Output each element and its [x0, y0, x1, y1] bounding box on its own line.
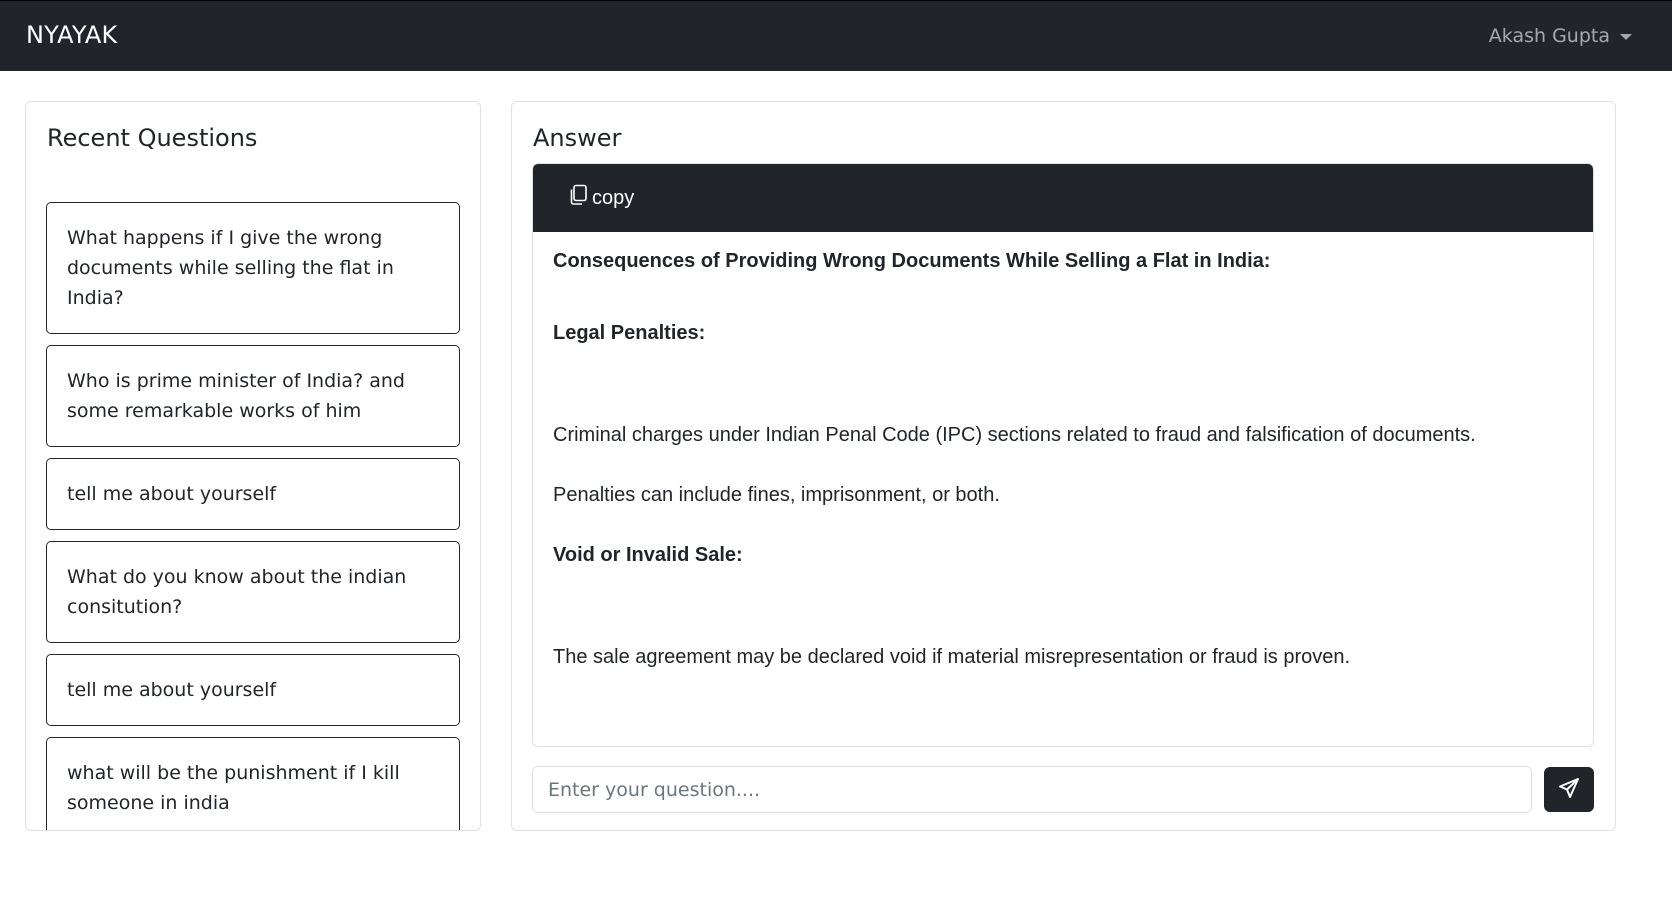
answer-paragraph: Penalties can include fines, imprisonmen… [553, 484, 1000, 506]
recent-question-item[interactable]: What do you know about the indian consit… [46, 541, 460, 643]
recent-question-item[interactable]: What happens if I give the wrong documen… [46, 202, 460, 334]
answer-body: Consequences of Providing Wrong Document… [533, 232, 1593, 668]
answer-card: Answer copy Consequences of Providing Wr… [511, 101, 1616, 831]
recent-questions-card: Recent Questions What happens if I give … [25, 101, 481, 831]
send-button[interactable] [1544, 767, 1594, 812]
answer-subheading: Void or Invalid Sale: [553, 544, 743, 566]
brand-logo[interactable]: NYAYAK [26, 21, 117, 49]
recent-questions-title: Recent Questions [47, 124, 258, 152]
answer-paragraph: The sale agreement may be declared void … [553, 646, 1351, 668]
answer-paragraph: Criminal charges under Indian Penal Code… [553, 424, 1476, 446]
copy-icon [568, 184, 588, 212]
recent-question-item[interactable]: Who is prime minister of India? and some… [46, 345, 460, 447]
copy-button[interactable]: copy [568, 184, 634, 212]
answer-subheading: Legal Penalties: [553, 322, 706, 344]
answer-heading: Consequences of Providing Wrong Document… [553, 250, 1271, 272]
answer-title: Answer [533, 124, 622, 152]
navbar: NYAYAK Akash Gupta [0, 0, 1672, 71]
chevron-down-icon [1620, 34, 1632, 40]
recent-questions-list: What happens if I give the wrong documen… [46, 202, 460, 830]
answer-header: copy [533, 164, 1593, 232]
user-name: Akash Gupta [1488, 25, 1610, 47]
question-input[interactable] [532, 766, 1532, 813]
copy-label: copy [592, 186, 635, 209]
user-menu-dropdown[interactable]: Akash Gupta [1489, 25, 1632, 47]
recent-question-item[interactable]: what will be the punishment if I kill so… [46, 737, 460, 830]
recent-question-item[interactable]: tell me about yourself [46, 654, 460, 726]
recent-question-item[interactable]: tell me about yourself [46, 458, 460, 530]
send-icon [1558, 777, 1580, 802]
answer-box: copy Consequences of Providing Wrong Doc… [532, 163, 1594, 747]
